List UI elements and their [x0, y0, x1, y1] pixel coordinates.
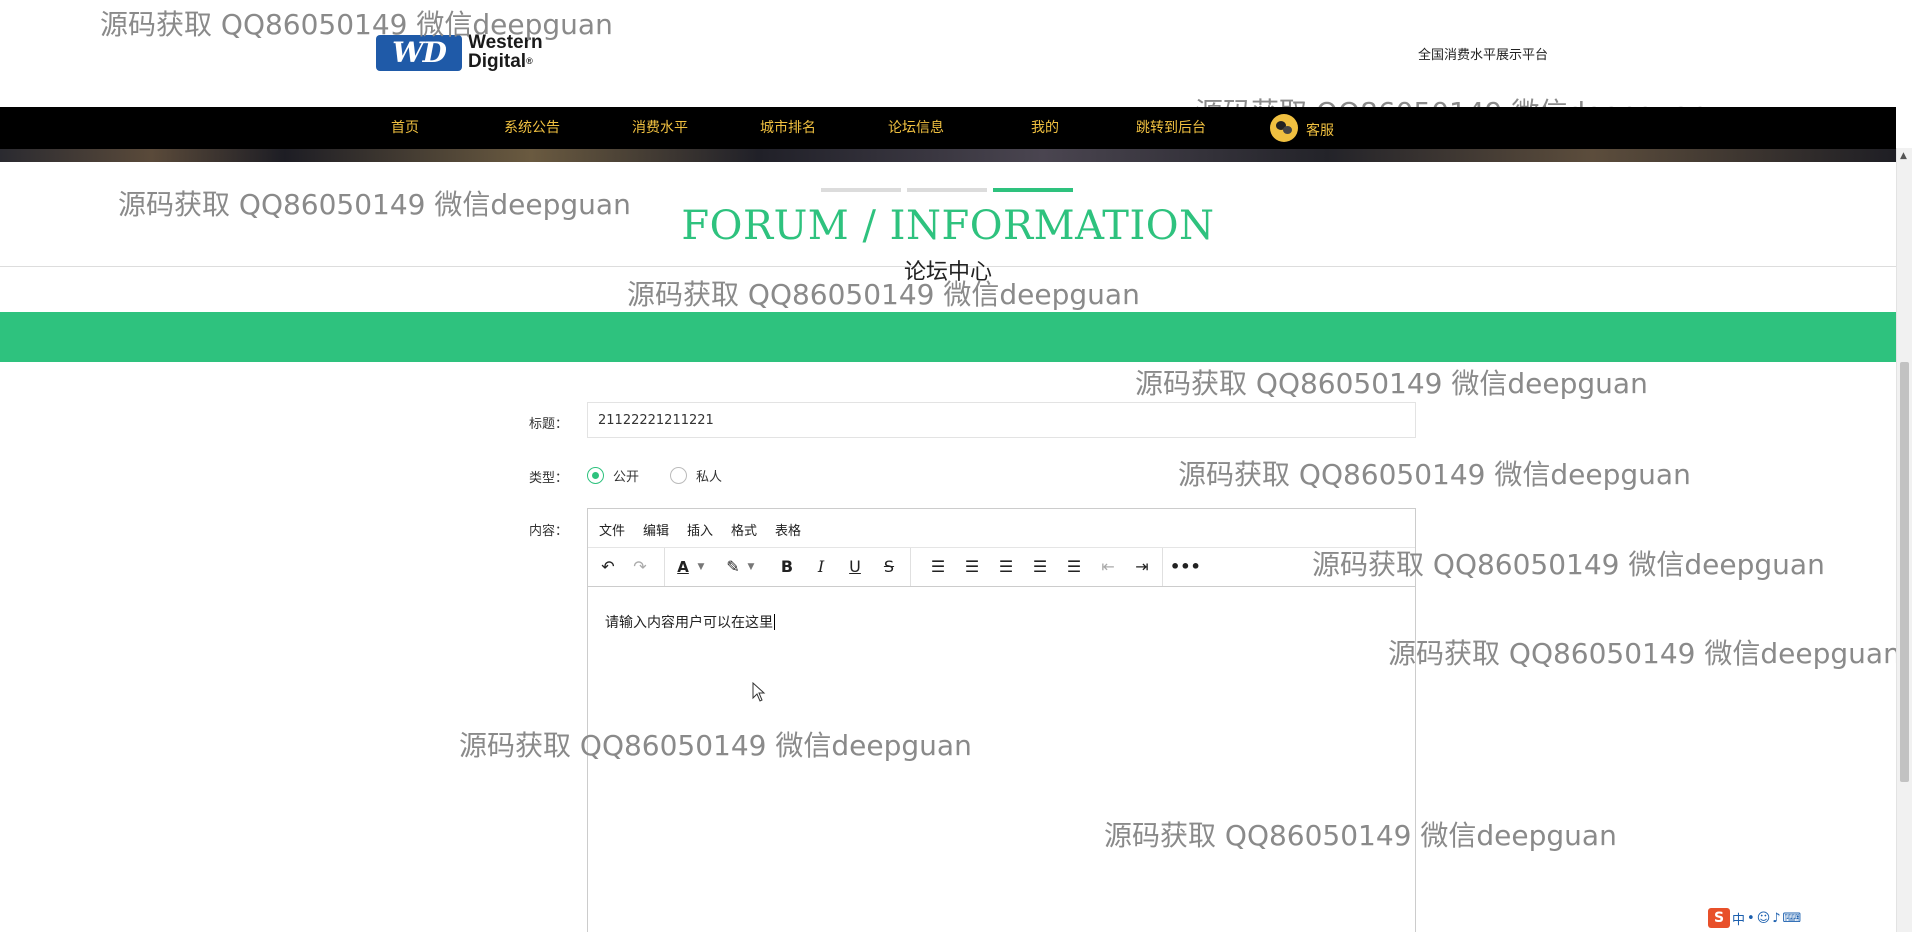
- content-label: 内容：: [529, 524, 569, 539]
- italic-icon[interactable]: I: [807, 553, 835, 581]
- type-radio-public[interactable]: 公开: [587, 465, 639, 485]
- customer-service-label: 客服: [1306, 123, 1334, 139]
- green-band: [0, 312, 1896, 362]
- menu-format[interactable]: 格式: [731, 520, 757, 539]
- title-label: 标题：: [529, 417, 569, 432]
- toolbar-separator: [1162, 548, 1163, 586]
- text-color-icon[interactable]: A: [669, 553, 697, 581]
- type-label: 类型：: [529, 471, 569, 486]
- strikethrough-icon[interactable]: S: [875, 553, 903, 581]
- nav-item-mine[interactable]: 我的: [1031, 107, 1059, 149]
- banner-image: [0, 149, 1896, 162]
- nav-item-city-ranking[interactable]: 城市排名: [760, 107, 816, 149]
- page-scrollbar[interactable]: ▲: [1896, 148, 1912, 932]
- highlight-color-icon[interactable]: ✎: [719, 553, 747, 581]
- site-header: WD Western Digital® 全国消费水平展示平台: [0, 0, 1896, 107]
- editor-toolbar: ↶ ↷ A ▼ ✎ ▼ B I U S ☰ ☰ ☰ ☰ ☰ ⇤ ⇥ •••: [588, 548, 1415, 587]
- menu-file[interactable]: 文件: [599, 520, 625, 539]
- highlight-dropdown-icon[interactable]: ▼: [745, 553, 757, 581]
- align-center-icon[interactable]: ☰: [992, 553, 1020, 581]
- undo-icon[interactable]: ↶: [594, 553, 622, 581]
- toolbar-separator: [664, 548, 665, 586]
- wechat-icon: [1270, 114, 1298, 142]
- nav-item-consumption[interactable]: 消费水平: [632, 107, 688, 149]
- watermark: 源码获取 QQ86050149 微信deepguan: [1178, 458, 1691, 491]
- menu-edit[interactable]: 编辑: [643, 520, 669, 539]
- nav-item-home[interactable]: 首页: [391, 107, 419, 149]
- underline-icon[interactable]: U: [841, 553, 869, 581]
- rich-text-editor: 文件 编辑 插入 格式 表格 ↶ ↷ A ▼ ✎ ▼ B I U S ☰ ☰ ☰…: [587, 508, 1416, 932]
- watermark: 源码获取 QQ86050149 微信deepguan: [1388, 637, 1896, 670]
- ime-logo-icon: S: [1708, 908, 1730, 928]
- bold-icon[interactable]: B: [773, 553, 801, 581]
- radio-label-private: 私人: [696, 469, 723, 485]
- mouse-pointer-icon: [752, 682, 766, 702]
- ime-keyboard-icon: ⌨: [1782, 910, 1802, 926]
- radio-label-public: 公开: [613, 469, 640, 485]
- scroll-up-icon[interactable]: ▲: [1900, 151, 1907, 161]
- heading-bar-active: [993, 188, 1073, 192]
- title-input[interactable]: [587, 402, 1416, 438]
- editor-content-area[interactable]: 请输入内容用户可以在这里: [588, 587, 1415, 932]
- ime-toolbar[interactable]: S 中 • ☺ ♪ ⌨: [1708, 908, 1801, 928]
- logo-line-2: Digital®: [468, 51, 533, 72]
- align-right-icon[interactable]: ☰: [1026, 553, 1054, 581]
- logo-registered-mark: ®: [526, 56, 533, 66]
- section-title-en: FORUM / INFORMATION: [681, 203, 1215, 249]
- redo-icon[interactable]: ↷: [626, 553, 654, 581]
- logo-line-1: Western: [468, 32, 543, 53]
- editor-content-text: 请输入内容用户可以在这里: [605, 612, 775, 632]
- radio-checked-icon: [587, 466, 604, 484]
- ime-voice-icon: ♪: [1772, 910, 1781, 926]
- more-icon[interactable]: •••: [1170, 553, 1201, 581]
- nav-item-backend[interactable]: 跳转到后台: [1136, 107, 1206, 149]
- menu-table[interactable]: 表格: [775, 520, 801, 539]
- radio-unchecked-icon: [670, 466, 687, 484]
- scrollbar-thumb[interactable]: [1900, 362, 1909, 782]
- section-title-cn: 论坛中心: [903, 260, 992, 285]
- heading-bar-1: [821, 188, 901, 192]
- outdent-icon[interactable]: ⇤: [1094, 553, 1122, 581]
- ime-punctuation-icon: •: [1747, 910, 1755, 926]
- western-digital-logo[interactable]: WD Western Digital®: [376, 33, 564, 73]
- menu-insert[interactable]: 插入: [687, 520, 713, 539]
- ime-emoji-icon: ☺: [1756, 910, 1771, 926]
- watermark: 源码获取 QQ86050149 微信deepguan: [1135, 367, 1648, 400]
- customer-service-button[interactable]: 客服: [1270, 107, 1350, 149]
- align-justify-icon[interactable]: ☰: [1060, 553, 1088, 581]
- heading-bar-2: [907, 188, 987, 192]
- nav-item-forum[interactable]: 论坛信息: [888, 107, 944, 149]
- line-height-icon[interactable]: ☰: [924, 553, 952, 581]
- logo-badge: WD: [376, 35, 462, 71]
- logo-text: Western Digital®: [468, 33, 543, 71]
- toolbar-separator: [910, 548, 911, 586]
- editor-menubar: 文件 编辑 插入 格式 表格: [588, 509, 1415, 548]
- main-nav: 首页 系统公告 消费水平 城市排名 论坛信息 我的 跳转到后台 客服: [0, 107, 1896, 149]
- site-title: 全国消费水平展示平台: [1418, 48, 1549, 63]
- text-color-dropdown-icon[interactable]: ▼: [695, 553, 707, 581]
- ime-mode: 中: [1732, 912, 1746, 928]
- type-radio-private[interactable]: 私人: [670, 465, 722, 485]
- page: WD Western Digital® 全国消费水平展示平台 首页 系统公告 消…: [0, 0, 1896, 932]
- indent-icon[interactable]: ⇥: [1128, 553, 1156, 581]
- nav-item-announcements[interactable]: 系统公告: [504, 107, 560, 149]
- align-left-icon[interactable]: ☰: [958, 553, 986, 581]
